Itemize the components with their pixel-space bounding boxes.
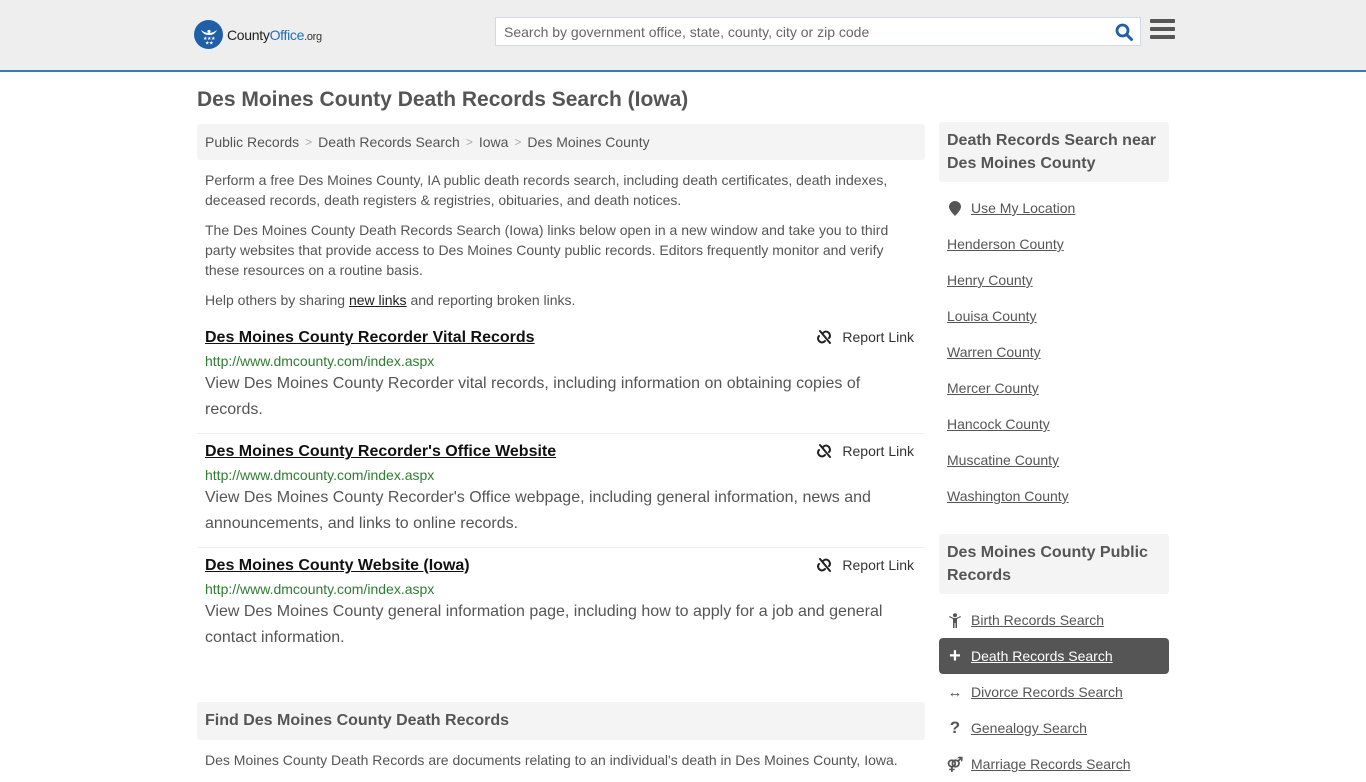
public-records-list: Birth Records Search + Death Records Sea…	[939, 594, 1169, 782]
county-link-henderson[interactable]: Henderson County	[947, 236, 1064, 252]
eagle-stars-logo-icon: ★ ★ ★ ★ ★	[194, 20, 223, 49]
intro-paragraph-2: The Des Moines County Death Records Sear…	[205, 222, 889, 278]
public-record-item-marriage[interactable]: ⚤ Marriage Records Search	[939, 746, 1169, 782]
public-record-item-genealogy[interactable]: ? Genealogy Search	[939, 710, 1169, 746]
search-icon	[1115, 23, 1133, 41]
search-bar	[495, 17, 1141, 46]
marriage-records-search-link[interactable]: Marriage Records Search	[971, 756, 1131, 772]
county-link-hancock[interactable]: Hancock County	[947, 416, 1050, 432]
result-item: Des Moines County Recorder Vital Records…	[197, 320, 925, 434]
breadcrumb-separator-icon: >	[514, 135, 522, 149]
new-links-link[interactable]: new links	[349, 292, 407, 308]
genealogy-search-link[interactable]: Genealogy Search	[971, 720, 1087, 736]
logo-county-text: County	[227, 26, 270, 43]
county-link-henry[interactable]: Henry County	[947, 272, 1033, 288]
intro-text: and reporting broken links.	[406, 292, 576, 308]
intro-text: Help others by sharing	[205, 292, 349, 308]
nearby-county-item[interactable]: Mercer County	[939, 370, 1169, 406]
public-record-item-birth[interactable]: Birth Records Search	[939, 602, 1169, 638]
find-section-heading: Find Des Moines County Death Records	[197, 702, 925, 740]
search-input[interactable]	[496, 18, 1108, 45]
result-url: http://www.dmcounty.com/index.aspx	[205, 467, 435, 483]
use-my-location-link[interactable]: Use My Location	[971, 200, 1075, 216]
birth-records-search-link[interactable]: Birth Records Search	[971, 612, 1104, 628]
result-description: View Des Moines County Recorder's Office…	[205, 489, 871, 532]
nearby-county-item[interactable]: Hancock County	[939, 406, 1169, 442]
county-link-louisa[interactable]: Louisa County	[947, 308, 1037, 324]
nearby-county-item[interactable]: Henry County	[939, 262, 1169, 298]
use-my-location-item[interactable]: Use My Location	[939, 190, 1169, 226]
report-link-label: Report Link	[842, 329, 914, 345]
breadcrumb-public-records[interactable]: Public Records	[205, 134, 299, 150]
intro-paragraph-3: Help others by sharing new links and rep…	[197, 290, 925, 310]
nearby-county-list: Use My Location Henderson County Henry C…	[939, 182, 1169, 514]
report-link-button[interactable]: Report Link	[816, 329, 914, 345]
site-logo[interactable]: ★ ★ ★ ★ ★ CountyOffice.org	[194, 20, 322, 49]
breadcrumb-iowa[interactable]: Iowa	[479, 134, 509, 150]
death-records-search-link[interactable]: Death Records Search	[971, 648, 1113, 664]
report-link-label: Report Link	[842, 443, 914, 459]
broken-link-icon	[817, 444, 832, 458]
main-content: Perform a free Des Moines County, IA pub…	[197, 170, 925, 661]
report-link-button[interactable]: Report Link	[816, 557, 914, 573]
breadcrumb-separator-icon: >	[305, 135, 313, 149]
result-title-link[interactable]: Des Moines County Recorder Vital Records	[205, 328, 535, 348]
divorce-records-search-link[interactable]: Divorce Records Search	[971, 684, 1123, 700]
site-header: ★ ★ ★ ★ ★ CountyOffice.org	[0, 0, 1366, 72]
nearby-county-item[interactable]: Louisa County	[939, 298, 1169, 334]
result-item: Des Moines County Recorder's Office Webs…	[197, 434, 925, 548]
child-icon	[947, 612, 963, 628]
intro-paragraph-1: Perform a free Des Moines County, IA pub…	[205, 172, 888, 208]
nearby-county-item[interactable]: Muscatine County	[939, 442, 1169, 478]
result-title-link[interactable]: Des Moines County Recorder's Office Webs…	[205, 442, 556, 462]
county-link-washington[interactable]: Washington County	[947, 488, 1069, 504]
breadcrumb-des-moines-county[interactable]: Des Moines County	[527, 134, 649, 150]
result-item: Des Moines County Website (Iowa) Report …	[197, 548, 925, 661]
hamburger-menu-icon[interactable]	[1150, 19, 1175, 43]
breadcrumb: Public Records > Death Records Search > …	[197, 124, 925, 160]
nearby-county-item[interactable]: Warren County	[939, 334, 1169, 370]
page-title: Des Moines County Death Records Search (…	[197, 88, 689, 111]
result-url: http://www.dmcounty.com/index.aspx	[205, 353, 435, 369]
broken-link-icon	[817, 558, 832, 572]
county-link-mercer[interactable]: Mercer County	[947, 380, 1039, 396]
report-link-button[interactable]: Report Link	[816, 443, 914, 459]
plus-icon: +	[949, 644, 961, 667]
breadcrumb-separator-icon: >	[465, 135, 473, 149]
county-link-warren[interactable]: Warren County	[947, 344, 1041, 360]
breadcrumb-death-records-search[interactable]: Death Records Search	[318, 134, 460, 150]
result-url: http://www.dmcounty.com/index.aspx	[205, 581, 435, 597]
public-records-heading: Des Moines County Public Records	[939, 534, 1169, 594]
broken-link-icon	[817, 330, 832, 344]
report-link-label: Report Link	[842, 557, 914, 573]
sidebar: Death Records Search near Des Moines Cou…	[939, 122, 1169, 782]
result-description: View Des Moines County Recorder vital re…	[205, 375, 861, 418]
svg-text:★: ★	[209, 40, 214, 46]
public-record-item-death[interactable]: + Death Records Search	[939, 638, 1169, 674]
nearby-county-item[interactable]: Henderson County	[939, 226, 1169, 262]
public-record-item-divorce[interactable]: ↔ Divorce Records Search	[939, 674, 1169, 710]
find-section-text: Des Moines County Death Records are docu…	[205, 752, 898, 768]
result-title-link[interactable]: Des Moines County Website (Iowa)	[205, 556, 470, 576]
question-icon: ?	[949, 718, 961, 737]
intro-section: Perform a free Des Moines County, IA pub…	[197, 170, 925, 310]
result-description: View Des Moines County general informati…	[205, 603, 883, 646]
arrows-horizontal-icon: ↔	[947, 683, 963, 701]
logo-wordmark: CountyOffice.org	[227, 27, 322, 43]
search-button[interactable]	[1108, 18, 1140, 45]
gender-icon: ⚤	[946, 755, 964, 772]
logo-office-text: Office	[269, 26, 305, 43]
logo-org-text: .org	[304, 30, 322, 43]
map-marker-icon	[947, 200, 963, 216]
nearby-heading: Death Records Search near Des Moines Cou…	[939, 122, 1169, 182]
county-link-muscatine[interactable]: Muscatine County	[947, 452, 1059, 468]
nearby-county-item[interactable]: Washington County	[939, 478, 1169, 514]
